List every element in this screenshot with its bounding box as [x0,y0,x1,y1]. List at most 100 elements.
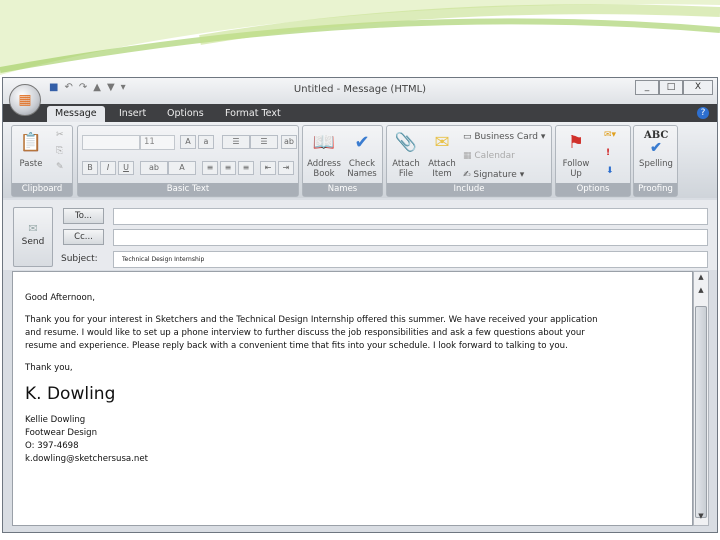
attach-file-label: Attach File [392,159,420,179]
scroll-up-arrow[interactable]: ▲ [694,286,708,298]
previous-item-icon[interactable]: ▲ [93,82,101,93]
cc-field[interactable] [113,229,708,246]
sender-email[interactable]: k.dowling@sketchersusa.net [25,453,680,466]
clear-formatting-icon[interactable]: ab [281,135,297,149]
send-label: Send [21,237,45,247]
signature-button[interactable]: ✍ Signature ▾ [463,170,524,180]
business-card-label: Business Card [474,132,538,142]
high-importance-icon[interactable]: ! [606,148,610,158]
title-bar: Untitled - Message (HTML) ■ ↶ ↷ ▲ ▼ ▾ _ … [3,78,717,104]
greeting: Good Afternoon, [25,293,95,303]
sender-name: Kellie Dowling [25,415,86,425]
address-book-label: Address Book [307,159,341,179]
decorative-green-swoosh [0,0,720,75]
paste-label: Paste [19,159,43,169]
spelling-button[interactable]: ABC ✔ Spelling [636,130,676,169]
business-card-button[interactable]: ▭ Business Card ▾ [463,132,545,142]
signature-label: Signature [473,170,517,180]
scrollbar-thumb[interactable] [695,306,707,518]
font-name-select[interactable] [82,135,140,150]
next-item-icon[interactable]: ▼ [107,82,115,93]
align-right-icon[interactable]: ≡ [238,161,254,175]
minimize-button[interactable]: _ [635,80,659,95]
group-clipboard: 📋 Paste ✂ ⎘ ✎ Clipboard [11,125,73,197]
to-button[interactable]: To... [63,208,104,224]
quick-access-toolbar: ■ ↶ ↷ ▲ ▼ ▾ [49,82,126,93]
to-field[interactable] [113,208,708,225]
tab-message[interactable]: Message [47,106,105,122]
send-button[interactable]: ✉ Send [13,207,53,267]
tab-options[interactable]: Options [159,106,212,122]
bold-button[interactable]: B [82,161,98,175]
ruler-toggle-icon[interactable]: ▲ [694,273,708,285]
body-paragraph: Thank you for your interest in Sketchers… [25,315,598,351]
shrink-font-icon[interactable]: a [198,135,214,149]
undo-icon[interactable]: ↶ [64,82,72,93]
address-book-button[interactable]: 📖 Address Book [305,130,343,179]
calendar-label: Calendar [474,151,515,161]
tab-insert[interactable]: Insert [111,106,154,122]
font-size-select[interactable]: 11 [140,135,175,150]
font-color-icon[interactable]: A [168,161,196,175]
copy-icon[interactable]: ⎘ [56,146,63,156]
format-painter-icon[interactable]: ✎ [56,162,64,172]
group-names: 📖 Address Book ✔ Check Names Names [302,125,383,197]
paste-icon: 📋 [19,132,43,153]
decrease-indent-icon[interactable]: ⇤ [260,161,276,175]
spelling-check-icon: ABC ✔ [644,130,669,156]
highlight-icon[interactable]: ab [140,161,168,175]
redo-icon[interactable]: ↷ [79,82,87,93]
group-basic-text: 11 A a ☰ ☰ ab B I U ab A ≡ ≡ ≡ ⇤ ⇥ Basic… [77,125,299,197]
save-icon[interactable]: ■ [49,82,58,93]
subject-field[interactable]: Technical Design Internship [113,251,708,268]
message-body[interactable]: Good Afternoon, Thank you for your inter… [12,271,693,526]
maximize-button[interactable]: □ [659,80,683,95]
attach-item-button[interactable]: ✉ Attach Item [423,130,461,179]
permission-icon[interactable]: ✉▾ [604,130,616,140]
send-envelope-icon: ✉ [28,222,38,235]
underline-button[interactable]: U [118,161,134,175]
check-names-icon: ✔ [354,132,370,153]
address-book-icon: 📖 [312,132,336,153]
flag-icon: ⚑ [567,132,585,153]
group-include: 📎 Attach File ✉ Attach Item ▭ Business Car… [386,125,552,197]
align-left-icon[interactable]: ≡ [202,161,218,175]
grow-font-icon[interactable]: A [180,135,196,149]
vertical-scrollbar[interactable]: ▲ ▲ ▼ [693,271,709,526]
group-proofing: ABC ✔ Spelling Proofing [633,125,678,197]
align-center-icon[interactable]: ≡ [220,161,236,175]
italic-button[interactable]: I [100,161,116,175]
increase-indent-icon[interactable]: ⇥ [278,161,294,175]
follow-up-button[interactable]: ⚑ Follow Up [558,130,594,179]
tab-format-text[interactable]: Format Text [217,106,289,122]
cc-button[interactable]: Cc... [63,229,104,245]
attach-file-button[interactable]: 📎 Attach File [389,130,423,179]
group-label: Include [387,183,551,196]
message-header: ✉ Send To... Cc... Subject: Technical Des… [3,200,717,270]
group-options: ⚑ Follow Up ✉▾ ! ⬇ Options [555,125,631,197]
customize-toolbar-icon[interactable]: ▾ [121,82,126,93]
low-importance-icon[interactable]: ⬇ [606,166,614,176]
bullets-icon[interactable]: ☰ [222,135,250,149]
numbering-icon[interactable]: ☰ [250,135,278,149]
spelling-label: Spelling [639,159,673,169]
cut-icon[interactable]: ✂ [56,130,64,140]
group-label: Options [556,183,630,196]
paperclip-icon: 📎 [394,132,418,153]
envelope-icon: ✉ [434,132,450,153]
message-window: Untitled - Message (HTML) ■ ↶ ↷ ▲ ▼ ▾ _ … [2,77,718,533]
help-icon[interactable]: ? [697,107,709,119]
group-label: Proofing [634,183,677,196]
close-button[interactable]: X [683,80,713,95]
business-card-icon: ▭ [463,132,475,142]
office-button[interactable]: ▦ [9,84,41,116]
scroll-down-arrow[interactable]: ▼ [694,512,708,524]
sender-department: Footwear Design [25,428,98,438]
group-label: Clipboard [12,183,72,196]
paste-button[interactable]: 📋 Paste [14,130,48,169]
signature-script: K. Dowling [25,384,116,404]
calendar-icon: ▦ [463,151,475,161]
calendar-button[interactable]: ▦ Calendar [463,151,515,161]
attach-item-label: Attach Item [428,159,456,179]
check-names-button[interactable]: ✔ Check Names [343,130,381,179]
